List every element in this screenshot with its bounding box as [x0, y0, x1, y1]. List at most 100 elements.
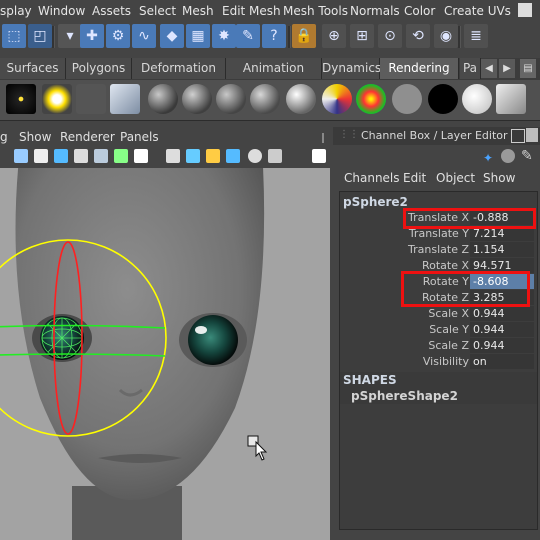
menu-assets[interactable]: Assets	[92, 4, 131, 18]
attribute-row-rotate-y[interactable]: Rotate Y -8.608	[340, 274, 537, 290]
viewport-tool-icon[interactable]	[186, 149, 200, 163]
attribute-value-field[interactable]: -8.608	[470, 274, 534, 289]
attribute-label[interactable]: Translate Z	[408, 243, 469, 256]
attribute-label[interactable]: Scale X	[428, 307, 469, 320]
viewport-tool-icon[interactable]	[312, 149, 326, 163]
attribute-value-field[interactable]: -0.888	[470, 210, 534, 225]
object-name[interactable]: pSphere2	[343, 195, 408, 209]
viewport-tool-icon[interactable]	[248, 149, 262, 163]
viewport-tool-icon[interactable]	[268, 149, 282, 163]
material-ball-rainbow[interactable]	[356, 84, 386, 114]
shelf-menu-icon[interactable]: ▤	[520, 59, 536, 78]
menu-overflow-icon[interactable]	[518, 3, 532, 17]
sun-icon[interactable]	[42, 84, 72, 114]
move-tool-icon[interactable]: ✚	[80, 24, 104, 48]
menu-mesh[interactable]: Mesh	[182, 4, 214, 18]
attribute-row-translate-z[interactable]: Translate Z 1.154	[340, 242, 537, 258]
material-ball-black[interactable]	[428, 84, 458, 114]
attribute-label[interactable]: Translate X	[408, 211, 469, 224]
close-panel-icon[interactable]	[526, 128, 538, 142]
viewport-tool-icon[interactable]	[226, 149, 240, 163]
select-tool-icon[interactable]: ⬚	[2, 24, 26, 48]
viewport-menu-renderer[interactable]: Renderer	[60, 130, 115, 144]
channel-box-menu-channels[interactable]: Channels	[344, 171, 400, 185]
material-ball-colorful[interactable]	[322, 84, 352, 114]
float-panel-icon[interactable]	[511, 129, 525, 143]
menu-create-uvs[interactable]: Create UVs	[444, 4, 511, 18]
material-ball-white[interactable]	[462, 84, 492, 114]
channel-box-menu-edit[interactable]: Edit	[403, 171, 426, 185]
shelf-scroll-right-icon[interactable]: ▶	[499, 59, 515, 78]
camera-icon[interactable]	[76, 84, 106, 114]
tab-pa[interactable]: Pa	[460, 58, 481, 79]
render-settings-icon[interactable]	[496, 84, 526, 114]
pencil-icon[interactable]: ✎	[521, 148, 533, 164]
shelf-scroll-left-icon[interactable]: ◀	[481, 59, 497, 78]
dropdown-icon[interactable]: ▾	[58, 24, 82, 48]
attribute-value-field[interactable]: 0.944	[470, 338, 534, 353]
tab-dynamics[interactable]: Dynamics	[322, 58, 381, 79]
help-icon[interactable]: ?	[262, 24, 286, 48]
menu-select[interactable]: Select	[139, 4, 176, 18]
lattice-icon[interactable]: ▦	[186, 24, 210, 48]
viewport-menu-g[interactable]: g	[0, 130, 8, 144]
plane-icon[interactable]: ◆	[160, 24, 184, 48]
menu-window[interactable]: Window	[38, 4, 85, 18]
viewport-tool-icon[interactable]	[14, 149, 28, 163]
viewport-tool-icon[interactable]	[74, 149, 88, 163]
attribute-row-rotate-z[interactable]: Rotate Z 3.285	[340, 290, 537, 306]
menu-mesh-tools[interactable]: Mesh Tools	[283, 4, 348, 18]
attribute-value-field[interactable]: 94.571	[470, 258, 534, 273]
menu-normals[interactable]: Normals	[350, 4, 400, 18]
menu-color[interactable]: Color	[404, 4, 435, 18]
attribute-label[interactable]: Scale Z	[428, 339, 469, 352]
attribute-value-field[interactable]: 0.944	[470, 306, 534, 321]
attribute-value-field[interactable]: on	[470, 354, 534, 369]
attribute-value-field[interactable]: 1.154	[470, 242, 534, 257]
material-ball-gray[interactable]	[182, 84, 212, 114]
attribute-label[interactable]: Visibility	[423, 355, 469, 368]
viewport-tool-icon[interactable]	[166, 149, 180, 163]
viewport-tool-icon[interactable]	[94, 149, 108, 163]
viewport-tool-icon[interactable]	[34, 149, 48, 163]
material-ball-dark[interactable]	[148, 84, 178, 114]
shape-name[interactable]: pSphereShape2	[351, 389, 458, 403]
attribute-label[interactable]: Rotate X	[422, 259, 469, 272]
tab-deformation[interactable]: Deformation	[132, 58, 226, 79]
attribute-label[interactable]: Rotate Z	[422, 291, 469, 304]
tab-animation[interactable]: Animation	[226, 58, 322, 79]
shape-row[interactable]: pSphereShape2	[340, 388, 537, 404]
point-snap-icon[interactable]: ⊙	[378, 24, 402, 48]
tab-polygons[interactable]: Polygons	[66, 58, 132, 79]
moon-icon[interactable]	[501, 149, 515, 163]
channel-box-menu-show[interactable]: Show	[483, 171, 515, 185]
attribute-row-scale-z[interactable]: Scale Z 0.944	[340, 338, 537, 354]
menu-edit-mesh[interactable]: Edit Mesh	[222, 4, 281, 18]
channel-box-menu-object[interactable]: Object	[436, 171, 475, 185]
tab-surfaces[interactable]: Surfaces	[0, 58, 66, 79]
viewport-tool-icon[interactable]	[114, 149, 128, 163]
viewport-3d[interactable]	[0, 168, 330, 540]
paint-icon[interactable]: ✎	[236, 24, 260, 48]
material-ball-light[interactable]	[286, 84, 316, 114]
snap-icon[interactable]: ⊕	[322, 24, 346, 48]
particles-icon[interactable]: ✸	[212, 24, 236, 48]
viewport-tool-icon[interactable]	[206, 149, 220, 163]
attribute-row-rotate-x[interactable]: Rotate X 94.571	[340, 258, 537, 274]
material-ball-plain[interactable]	[392, 84, 422, 114]
attribute-row-visibility[interactable]: Visibility on	[340, 354, 537, 370]
attribute-row-scale-x[interactable]: Scale X 0.944	[340, 306, 537, 322]
render-icon[interactable]: ◉	[434, 24, 458, 48]
attribute-row-translate-y[interactable]: Translate Y 7.214	[340, 226, 537, 242]
material-ball-gray2[interactable]	[216, 84, 246, 114]
viewport-menu-show[interactable]: Show	[19, 130, 51, 144]
axis-icon[interactable]: ✦	[483, 151, 493, 165]
curve-tool-icon[interactable]: ∿	[132, 24, 156, 48]
lock-icon[interactable]: 🔒	[292, 24, 316, 48]
attribute-label[interactable]: Scale Y	[429, 323, 469, 336]
viewport-scene[interactable]	[0, 168, 330, 540]
attribute-value-field[interactable]: 7.214	[470, 226, 534, 241]
attribute-value-field[interactable]: 0.944	[470, 322, 534, 337]
grid-snap-icon[interactable]: ⊞	[350, 24, 374, 48]
attribute-row-translate-x[interactable]: Translate X -0.888	[340, 210, 537, 226]
